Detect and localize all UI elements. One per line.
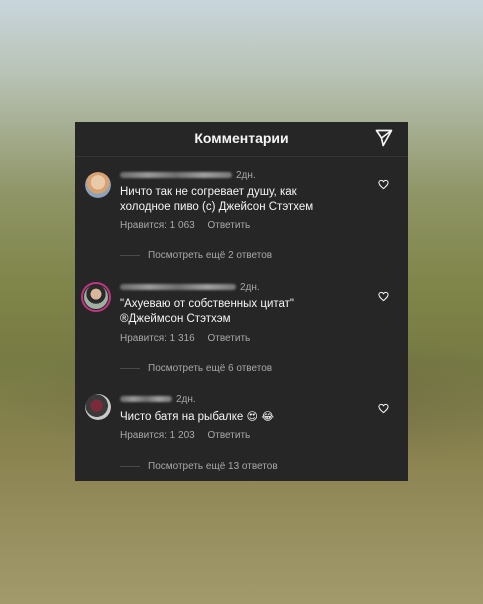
comment-text-line: ®Джеймсон Стэтхэм <box>120 313 231 325</box>
comment-text: Чисто батя на рыбалке 😍 😂 <box>120 409 350 425</box>
comment-username[interactable]: 2дн. <box>120 394 196 405</box>
avatar[interactable] <box>81 282 111 312</box>
heart-eyes-emoji: 😍 <box>246 410 258 423</box>
likes-count[interactable]: Нравится: 1 316 <box>120 333 195 344</box>
comment-time: 2дн. <box>240 282 260 293</box>
comment-text-line: Ничто так не согревает душу, как <box>120 186 297 198</box>
view-replies-label: Посмотреть ещё 6 ответов <box>148 363 273 374</box>
heart-icon[interactable] <box>378 291 389 302</box>
avatar[interactable] <box>85 394 111 420</box>
view-replies-button[interactable]: Посмотреть ещё 6 ответов <box>120 363 272 374</box>
comment-meta: Нравится: 1 203 Ответить <box>120 430 260 441</box>
comment-text: Ничто так не согревает душу, как холодно… <box>120 185 350 215</box>
reply-button[interactable]: Ответить <box>208 333 251 344</box>
reply-button[interactable]: Ответить <box>208 220 251 231</box>
page-title: Комментарии <box>194 130 289 146</box>
comment-username[interactable]: 2дн. <box>120 282 260 293</box>
divider <box>120 466 140 467</box>
heart-icon[interactable] <box>378 179 389 190</box>
comment-meta: Нравится: 1 063 Ответить <box>120 220 260 231</box>
view-replies-button[interactable]: Посмотреть ещё 13 ответов <box>120 461 278 472</box>
view-replies-label: Посмотреть ещё 13 ответов <box>148 461 278 472</box>
view-replies-label: Посмотреть ещё 2 ответов <box>148 250 273 261</box>
send-icon[interactable] <box>374 128 394 148</box>
comment-username[interactable]: 2дн. <box>120 170 256 181</box>
comment-text-line: холодное пиво (с) Джейсон Стэтхем <box>120 201 314 213</box>
reply-button[interactable]: Ответить <box>208 430 251 441</box>
laughing-emoji: 😂 <box>261 410 275 423</box>
view-replies-button[interactable]: Посмотреть ещё 2 ответов <box>120 250 272 261</box>
comment-time: 2дн. <box>176 394 196 405</box>
comment-text-line: "Ахуеваю от собственных цитат" <box>120 298 294 310</box>
comment-meta: Нравится: 1 316 Ответить <box>120 333 260 344</box>
likes-count[interactable]: Нравится: 1 063 <box>120 220 195 231</box>
avatar[interactable] <box>85 172 111 198</box>
comment-time: 2дн. <box>236 170 256 181</box>
comments-header: Комментарии <box>75 122 408 157</box>
comment-text-line: Чисто батя на рыбалке <box>120 411 244 423</box>
comment-text: "Ахуеваю от собственных цитат" ®Джеймсон… <box>120 297 350 327</box>
comments-panel: Комментарии 2дн. Ничто так не согревает … <box>75 122 408 481</box>
divider <box>120 368 140 369</box>
heart-icon[interactable] <box>378 403 389 414</box>
divider <box>120 255 140 256</box>
likes-count[interactable]: Нравится: 1 203 <box>120 430 195 441</box>
